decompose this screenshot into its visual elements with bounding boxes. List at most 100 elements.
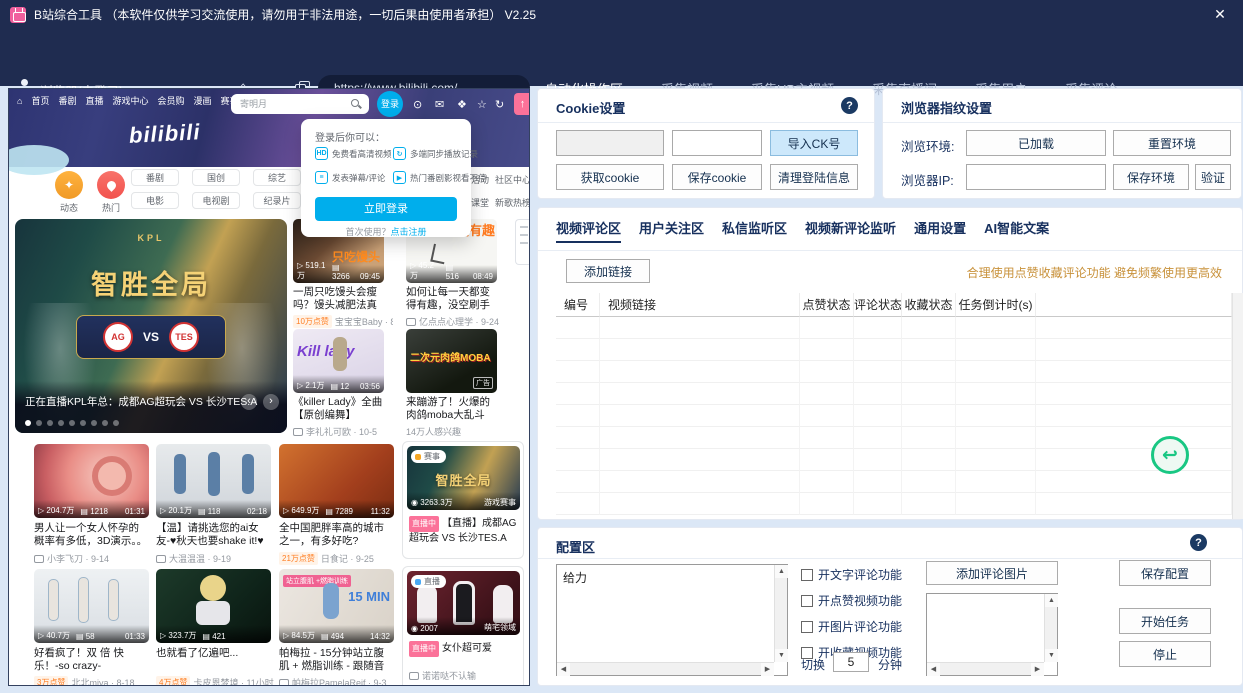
table-row[interactable] [556, 361, 1232, 383]
live-card[interactable]: 直播 ◉ 2007萌宅领域 直播中女仆超可爱 诺诺哒不认输 [402, 566, 524, 686]
comment-image-listbox[interactable]: ▲▼ ◀▶ [926, 593, 1058, 676]
side-float-widget[interactable] [515, 219, 530, 265]
nav-link[interactable]: 游戏中心 [112, 94, 148, 107]
table-row[interactable] [556, 383, 1232, 405]
video-thumbnail[interactable]: 15 MIN 站立腹肌 +燃脂训练 ▷ 84.5万▤ 49414:32 [279, 569, 394, 643]
live-caption[interactable]: 直播中女仆超可爱 [409, 641, 519, 657]
clear-login-button[interactable]: 清理登陆信息 [770, 164, 858, 190]
checkbox-text-comment[interactable]: 开文字评论功能 [801, 566, 902, 583]
live-caption[interactable]: 直播中【直播】成都AG超玩会 VS 长沙TES.A [409, 516, 519, 546]
nav-link[interactable]: 首页 [31, 94, 49, 107]
chip-guochuang[interactable]: 国创 [192, 169, 240, 186]
nav-link[interactable]: 直播 [85, 94, 103, 107]
video-thumbnail[interactable]: ▷ 40.7万▤ 5801:33 [34, 569, 149, 643]
import-ck-button[interactable]: 导入CK号 [770, 130, 858, 156]
tab-dm-monitor[interactable]: 私信监听区 [722, 218, 787, 247]
video-thumbnail[interactable]: ▷ 20.1万▤ 11802:18 [156, 444, 271, 518]
ck-input-2[interactable] [672, 130, 762, 156]
close-icon[interactable]: ✕ [1211, 6, 1229, 23]
dynamic-circle-button[interactable]: ✦ [55, 171, 83, 199]
link-class[interactable]: 课堂 [471, 196, 489, 209]
chip-tv[interactable]: 电视剧 [192, 192, 240, 209]
video-title[interactable]: 帕梅拉 - 15分钟站立腹肌 + 燃脂训练 - 跟随音乐踩点 全程... [279, 647, 394, 673]
video-meta[interactable]: 帕梅拉PamelaReif · 9-3 [279, 676, 397, 686]
green-back-arrow-icon[interactable]: ↩ [1151, 436, 1189, 474]
video-thumbnail[interactable]: Kill lady ▷ 2.1万▤ 1203:56 [293, 329, 384, 393]
stop-button[interactable]: 停止 [1119, 641, 1211, 667]
tab-video-comment[interactable]: 视频评论区 [556, 218, 621, 247]
live-thumbnail[interactable]: 直播 ◉ 2007萌宅领域 [407, 571, 520, 635]
video-meta[interactable]: 李礼礼可欧 · 10-5 [293, 425, 393, 438]
add-link-button[interactable]: 添加链接 [566, 259, 650, 283]
video-thumbnail[interactable]: ▷ 649.9万▤ 728911:32 [279, 444, 394, 518]
carousel-next-icon[interactable]: › [263, 394, 279, 410]
add-comment-image-button[interactable]: 添加评论图片 [926, 561, 1058, 585]
env-status-button[interactable]: 已加载 [966, 130, 1106, 156]
live-card[interactable]: 智胜全局 赛事 ◉ 3263.3万游戏赛事 直播中【直播】成都AG超玩会 VS … [402, 441, 524, 559]
carousel-prev-icon[interactable]: ‹ [241, 394, 257, 410]
vertical-scrollbar[interactable]: ▲▼ [1044, 594, 1057, 662]
switch-minutes-input[interactable] [833, 652, 869, 672]
video-meta[interactable]: 4万点赞卡皮恩梦境 · 11小时前 [156, 676, 274, 686]
horizontal-scrollbar[interactable]: ◀▶ [557, 662, 774, 675]
video-meta[interactable]: 亿点点心理学 · 9-24 [406, 315, 506, 328]
horizontal-scrollbar[interactable]: ◀▶ [927, 662, 1044, 675]
tab-general-settings[interactable]: 通用设置 [914, 218, 966, 247]
carousel-dots[interactable] [25, 420, 119, 426]
video-thumbnail[interactable]: 二次元肉鸽MOBA 广告 [406, 329, 497, 393]
vertical-scrollbar[interactable]: ▲▼ [774, 565, 787, 662]
chip-documentary[interactable]: 纪录片 [253, 192, 301, 209]
tab-ai-copywriting[interactable]: AI智能文案 [984, 218, 1049, 247]
video-title[interactable]: 【温】请挑选您的ai女友-♥秋天也要shake it!♥ [156, 522, 271, 548]
save-cookie-button[interactable]: 保存cookie [672, 164, 762, 190]
checkbox-image-comment[interactable]: 开图片评论功能 [801, 618, 902, 635]
video-title[interactable]: 全中国肥胖率高的城市之一，有多好吃? [279, 522, 394, 548]
video-title[interactable]: 《killer Lady》全曲【原创编舞】 [293, 396, 387, 422]
login-now-button[interactable]: 立即登录 [315, 197, 457, 221]
chip-movie[interactable]: 电影 [131, 192, 179, 209]
video-meta[interactable]: 小李飞刀 · 9-14 [34, 552, 152, 565]
video-title[interactable]: 如何让每一天都变得有趣，没空刷手机。 [406, 286, 500, 312]
save-config-button[interactable]: 保存配置 [1119, 560, 1211, 586]
table-row[interactable] [556, 405, 1232, 427]
table-row[interactable] [556, 471, 1232, 493]
search-icon[interactable] [350, 98, 362, 110]
start-task-button[interactable]: 开始任务 [1119, 608, 1211, 634]
bili-login-button[interactable]: 登录 [377, 91, 403, 117]
checkbox-like-video[interactable]: 开点赞视频功能 [801, 592, 902, 609]
ck-input-1[interactable] [556, 130, 664, 156]
video-title[interactable]: 好看疯了！双 倍 快 乐！-so crazy- [34, 647, 149, 673]
video-title[interactable]: 来蹦游了！火爆的肉鸽moba大乱斗 [406, 396, 500, 422]
chip-variety[interactable]: 综艺 [253, 169, 301, 186]
favorite-icon[interactable]: ☆ [477, 98, 487, 111]
get-cookie-button[interactable]: 获取cookie [556, 164, 664, 190]
table-row[interactable] [556, 339, 1232, 361]
reset-env-button[interactable]: 重置环境 [1113, 130, 1231, 156]
vip-icon[interactable]: ⊙ [413, 98, 422, 111]
video-meta[interactable]: 10万点赞宝宝宝Baby · 8-30 [293, 315, 393, 328]
nav-link[interactable]: 漫画 [194, 94, 212, 107]
register-link[interactable]: 点击注册 [391, 227, 427, 237]
verify-button[interactable]: 验证 [1195, 164, 1231, 190]
video-thumbnail[interactable]: ▷ 204.7万▤ 121801:31 [34, 444, 149, 518]
link-community[interactable]: 社区中心 [495, 173, 530, 186]
video-meta[interactable]: 21万点赞日食记 · 9-25 [279, 552, 397, 565]
video-meta[interactable]: 14万人感兴趣 [406, 425, 506, 438]
tab-new-comment-monitor[interactable]: 视频新评论监听 [805, 218, 896, 247]
history-icon[interactable]: ↻ [495, 98, 504, 111]
link-newsong[interactable]: 新歌热榜 [495, 196, 530, 209]
carousel-banner[interactable]: KPL 智胜全局 AG VS TES 正在直播KPL年总：成都AG超玩会 VS … [15, 219, 287, 433]
table-row[interactable] [556, 493, 1232, 515]
chip-bangumi[interactable]: 番剧 [131, 169, 179, 186]
video-title[interactable]: 也就看了亿遍吧... [156, 647, 271, 673]
browser-ip-input[interactable] [966, 164, 1106, 190]
video-thumbnail[interactable]: ▷ 323.7万▤ 421 [156, 569, 271, 643]
tab-user-follow[interactable]: 用户关注区 [639, 218, 704, 247]
nav-link[interactable]: 会员购 [158, 94, 185, 107]
hot-circle-button[interactable] [97, 171, 125, 199]
video-meta[interactable]: 大温温温 · 9-19 [156, 552, 274, 565]
live-uploader[interactable]: 诺诺哒不认输 [409, 669, 519, 682]
table-row[interactable] [556, 427, 1232, 449]
video-meta[interactable]: 3万点赞北北miya · 8-18 [34, 676, 152, 686]
nav-link[interactable]: 番剧 [58, 94, 76, 107]
